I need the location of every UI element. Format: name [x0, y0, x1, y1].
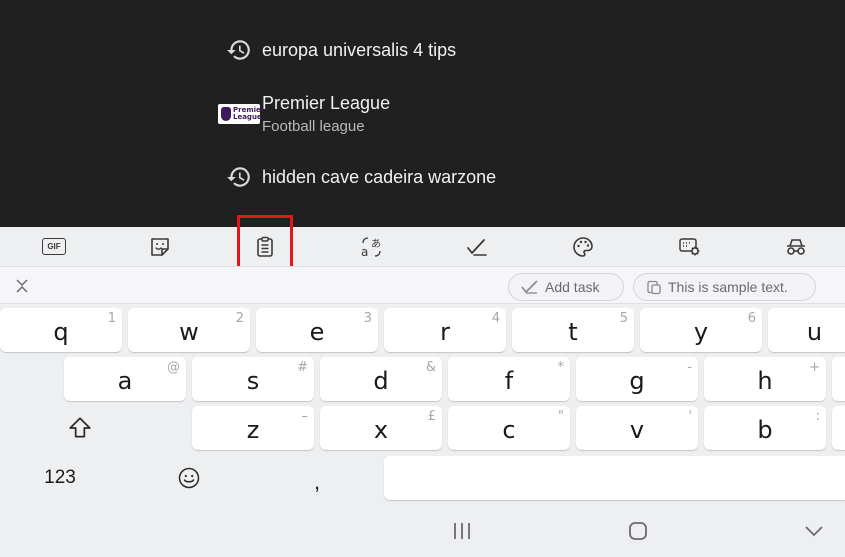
key-j-partial[interactable] — [832, 357, 845, 401]
stickers-button[interactable] — [132, 227, 188, 266]
key-y[interactable]: y6 — [640, 308, 762, 352]
comma-key[interactable]: , — [288, 462, 346, 502]
key-r[interactable]: r4 — [384, 308, 506, 352]
clipboard-icon — [257, 236, 273, 257]
key-w[interactable]: w2 — [128, 308, 250, 352]
palette-icon — [573, 236, 593, 257]
clipboard-button[interactable] — [237, 227, 293, 266]
suggestion-text: europa universalis 4 tips — [262, 39, 457, 60]
key-z[interactable]: z – — [192, 406, 314, 450]
key-t[interactable]: t5 — [512, 308, 634, 352]
paste-text-chip[interactable]: This is sample text. — [633, 273, 816, 301]
incognito-icon — [787, 238, 805, 255]
shift-key[interactable] — [40, 406, 120, 450]
space-bar[interactable] — [384, 456, 845, 500]
add-task-label: Add task — [545, 279, 600, 295]
suggestion-item-3[interactable]: hidden cave cadeira warzone — [216, 162, 496, 192]
translate-button[interactable]: aあ — [344, 227, 400, 266]
home-icon — [629, 522, 647, 540]
shift-icon — [69, 417, 91, 438]
key-a[interactable]: a @ — [64, 357, 186, 401]
key-b[interactable]: b: — [704, 406, 826, 450]
emoji-icon — [178, 467, 200, 489]
history-icon — [216, 35, 262, 65]
sticker-icon — [151, 237, 169, 256]
logo-text: Premier League — [233, 106, 265, 121]
key-x[interactable]: x £ — [320, 406, 442, 450]
key-g[interactable]: g- — [576, 357, 698, 401]
themes-button[interactable] — [555, 227, 611, 266]
hide-keyboard-button[interactable] — [784, 513, 844, 549]
gif-label: GIF — [47, 242, 61, 251]
add-task-icon — [521, 280, 538, 294]
key-q[interactable]: q1 — [0, 308, 122, 352]
search-suggestions-panel: europa universalis 4 tips Premier League… — [0, 0, 845, 227]
key-e[interactable]: e3 — [256, 308, 378, 352]
suggestion-text: hidden cave cadeira warzone — [262, 166, 497, 187]
key-s[interactable]: s # — [192, 357, 314, 401]
key-u[interactable]: u — [768, 308, 845, 352]
translate-icon: aあ — [361, 236, 381, 259]
numbers-key[interactable]: 123 — [20, 456, 100, 500]
suggestion-text: Premier League — [262, 93, 391, 113]
history-icon — [216, 162, 262, 192]
key-v[interactable]: v ' — [576, 406, 698, 450]
settings-icon — [679, 237, 700, 255]
svg-text:a: a — [361, 245, 368, 259]
add-task-chip[interactable]: Add task — [508, 273, 624, 301]
gif-button[interactable]: GIF — [26, 227, 82, 266]
key-f[interactable]: f * — [448, 357, 570, 401]
keyboard-settings-button[interactable] — [662, 227, 718, 266]
incognito-button[interactable] — [768, 227, 824, 266]
svg-text:あ: あ — [371, 238, 381, 250]
key-h[interactable]: h + — [704, 357, 826, 401]
key-c[interactable]: c " — [448, 406, 570, 450]
gif-icon: GIF — [42, 238, 66, 255]
spell-check-button[interactable] — [449, 227, 505, 266]
comma-key-label: , — [313, 469, 321, 494]
key-n-partial[interactable] — [832, 406, 845, 450]
clipboard-strip: Add task This is sample text. — [0, 266, 845, 304]
numbers-key-label: 123 — [44, 467, 76, 488]
close-icon[interactable] — [10, 275, 34, 297]
recent-apps-icon — [454, 523, 470, 539]
suggestion-item-1[interactable]: europa universalis 4 tips — [216, 35, 456, 65]
paste-text-label: This is sample text. — [668, 279, 788, 295]
paste-icon — [647, 280, 661, 295]
recent-apps-button[interactable] — [432, 513, 492, 549]
spell-check-icon — [467, 238, 487, 256]
suggestion-subtext: Football league — [262, 118, 365, 135]
hide-keyboard-icon — [805, 526, 823, 537]
premier-league-logo: Premier League — [216, 99, 265, 129]
suggestion-item-2[interactable]: Premier League Premier League Football l… — [216, 93, 390, 135]
emoji-key[interactable] — [160, 456, 218, 500]
keyboard-toolbar: GIF aあ — [0, 227, 845, 266]
key-d[interactable]: d & — [320, 357, 442, 401]
home-button[interactable] — [608, 513, 668, 549]
